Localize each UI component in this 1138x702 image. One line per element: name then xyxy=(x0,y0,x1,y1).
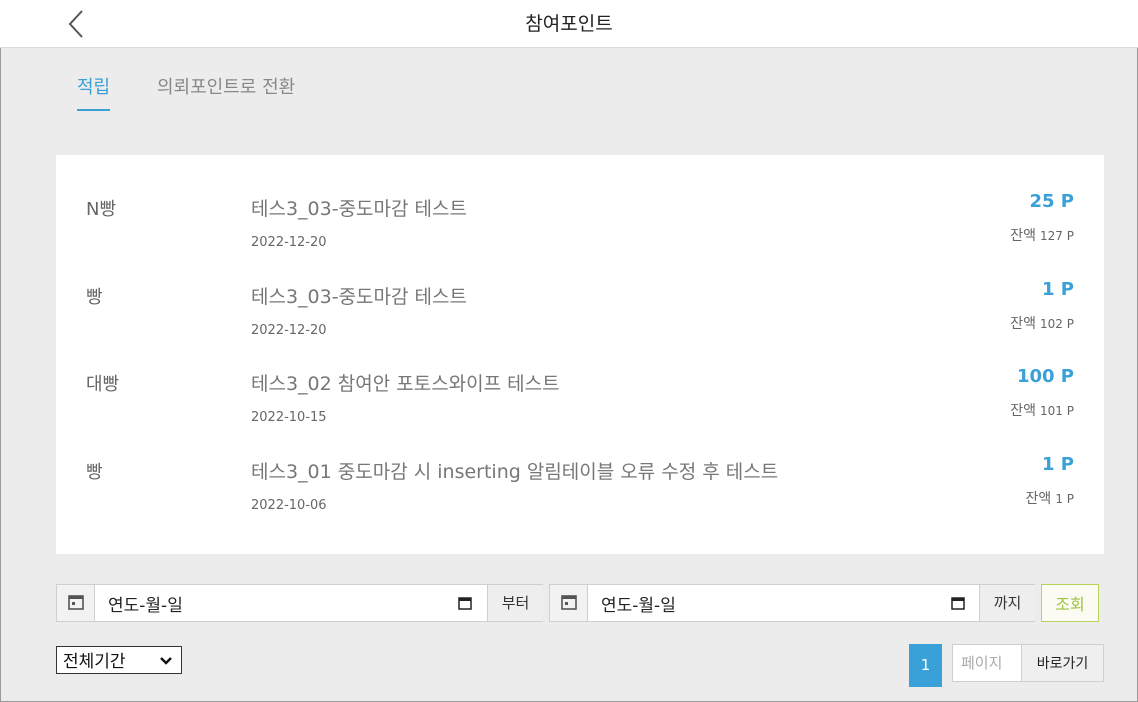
calendar-icon xyxy=(561,595,577,610)
list-item: 대빵 테스3_02 참여안 포토스와이프 테스트 2022-10-15 100 … xyxy=(56,330,1104,425)
points-list: N빵 테스3_03-중도마감 테스트 2022-12-20 25 P 잔액 127… xyxy=(56,155,1104,554)
item-label: 대빵 xyxy=(86,374,120,395)
period-selected-label: 전체기간 xyxy=(63,652,126,672)
start-suffix: 부터 xyxy=(487,585,543,621)
item-points: 1 P xyxy=(1042,279,1074,300)
item-balance: 잔액 1 P xyxy=(1026,488,1074,508)
page-number-current[interactable]: 1 xyxy=(909,644,942,687)
balance-label: 잔액 xyxy=(1010,228,1037,244)
period-select[interactable]: 전체기간 xyxy=(56,646,182,674)
search-button[interactable]: 조회 xyxy=(1041,584,1099,622)
balance-value: 127 P xyxy=(1040,229,1074,243)
item-label: 빵 xyxy=(86,287,103,308)
item-points: 25 P xyxy=(1029,191,1074,212)
item-balance: 잔액 127 P xyxy=(1010,225,1074,245)
end-suffix: 까지 xyxy=(979,585,1035,621)
list-item: N빵 테스3_03-중도마감 테스트 2022-12-20 25 P 잔액 127… xyxy=(56,155,1104,250)
tab-convert-to-request-points[interactable]: 의뢰포인트로 전환 xyxy=(157,73,295,109)
list-item: 빵 테스3_03-중도마감 테스트 2022-12-20 1 P 잔액 102 P xyxy=(56,243,1104,338)
end-date-input[interactable] xyxy=(589,585,979,621)
end-calendar-addon xyxy=(550,585,588,621)
balance-value: 101 P xyxy=(1040,404,1074,418)
end-date-group: 까지 xyxy=(549,584,1035,622)
item-label: N빵 xyxy=(86,199,117,220)
item-description: 테스3_02 참여안 포토스와이프 테스트 xyxy=(251,373,560,395)
item-description: 테스3_01 중도마감 시 inserting 알림테이블 오류 수정 후 테스… xyxy=(251,461,779,483)
item-label: 빵 xyxy=(86,462,103,483)
start-calendar-addon xyxy=(57,585,95,621)
item-points: 100 P xyxy=(1016,366,1074,387)
start-date-group: 부터 xyxy=(56,584,543,622)
item-description: 테스3_03-중도마감 테스트 xyxy=(251,286,467,308)
page-title: 참여포인트 xyxy=(525,13,613,35)
date-picker-icon[interactable] xyxy=(950,595,966,611)
item-points: 1 P xyxy=(1042,454,1074,475)
top-bar: 참여포인트 xyxy=(0,0,1138,48)
start-date-input[interactable] xyxy=(96,585,486,621)
item-description: 테스3_03-중도마감 테스트 xyxy=(251,198,467,220)
date-picker-icon[interactable] xyxy=(457,595,473,611)
goto-page-button[interactable]: 바로가기 xyxy=(1021,644,1104,682)
tab-earned[interactable]: 적립 xyxy=(77,73,111,111)
calendar-icon xyxy=(68,595,84,610)
balance-label: 잔액 xyxy=(1025,491,1052,507)
item-balance: 잔액 101 P xyxy=(1010,400,1074,420)
item-date: 2022-10-06 xyxy=(251,498,327,513)
list-item: 빵 테스3_01 중도마감 시 inserting 알림테이블 오류 수정 후 … xyxy=(56,418,1104,513)
balance-value: 1 P xyxy=(1055,492,1074,506)
balance-value: 102 P xyxy=(1040,317,1074,331)
page-number-input[interactable] xyxy=(952,644,1022,682)
balance-label: 잔액 xyxy=(1010,403,1037,419)
chevron-down-icon xyxy=(160,657,172,665)
